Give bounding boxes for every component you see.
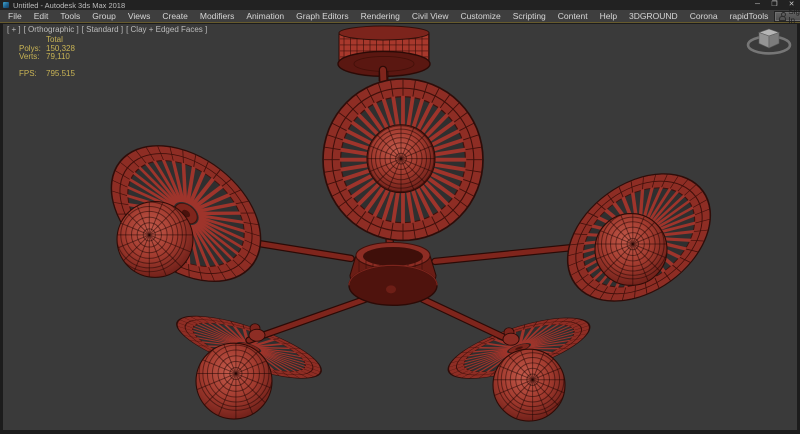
minimize-button[interactable]: ─ [749,0,766,10]
viewport-menu-pov[interactable]: [ Orthographic ] [24,25,79,34]
sign-in-button[interactable]: Sign In ▼ [774,11,800,22]
stats-fps-value: 795.515 [46,70,75,79]
model-center-hub [349,242,437,305]
viewport-label: [ + ] [ Orthographic ] [ Standard ] [ Cl… [7,25,207,34]
model-disc-left [85,118,286,309]
viewport[interactable]: [ + ] [ Orthographic ] [ Standard ] [ Cl… [3,24,797,430]
menu-corona[interactable]: Corona [684,11,724,21]
menubar: File Edit Tools Group Views Create Modif… [0,10,800,23]
maximize-button[interactable]: ❐ [766,0,783,10]
menu-tools[interactable]: Tools [54,11,86,21]
menu-file[interactable]: File [2,11,28,21]
viewport-menu-general[interactable]: [ + ] [7,25,21,34]
viewcube[interactable] [748,29,790,53]
titlebar: Untitled - Autodesk 3ds Max 2018 ─ ❐ ✕ [0,0,800,10]
menu-animation[interactable]: Animation [240,11,290,21]
viewport-statistics: Total Polys: 150,328 Verts: 79,110 FPS: … [19,36,75,78]
menu-create[interactable]: Create [156,11,194,21]
stats-verts-label: Verts: [19,53,46,62]
chandelier-wireframe-model[interactable] [3,24,797,430]
menu-graph-editors[interactable]: Graph Editors [290,11,354,21]
model-arm-rod [423,299,512,341]
menu-help[interactable]: Help [594,11,623,21]
3dsmax-app-icon [3,2,9,8]
menu-rapidtools[interactable]: rapidTools [724,11,775,21]
stats-verts-value: 79,110 [46,53,70,62]
model-saucer-knob [249,324,265,341]
menu-views[interactable]: Views [122,11,157,21]
menu-content[interactable]: Content [552,11,594,21]
sign-in-label: Sign In [788,7,800,25]
menu-scripting[interactable]: Scripting [507,11,552,21]
stats-fps-label: FPS: [19,70,46,79]
window-title: Untitled - Autodesk 3ds Max 2018 [13,1,125,10]
model-arm-rod [249,299,365,340]
menubar-right-cluster: Sign In ▼ Workspaces: Default ▼ [774,11,800,22]
person-icon [779,12,785,20]
menu-civil-view[interactable]: Civil View [406,11,455,21]
menu-modifiers[interactable]: Modifiers [194,11,240,21]
3dsmax-window: Untitled - Autodesk 3ds Max 2018 ─ ❐ ✕ F… [0,0,800,434]
viewport-menu-shading[interactable]: [ Clay + Edged Faces ] [126,25,207,34]
menu-edit[interactable]: Edit [28,11,55,21]
menu-rendering[interactable]: Rendering [355,11,406,21]
menu-3dground[interactable]: 3DGROUND [623,11,684,21]
menu-customize[interactable]: Customize [455,11,507,21]
menu-group[interactable]: Group [86,11,122,21]
viewport-menu-style[interactable]: [ Standard ] [82,25,123,34]
